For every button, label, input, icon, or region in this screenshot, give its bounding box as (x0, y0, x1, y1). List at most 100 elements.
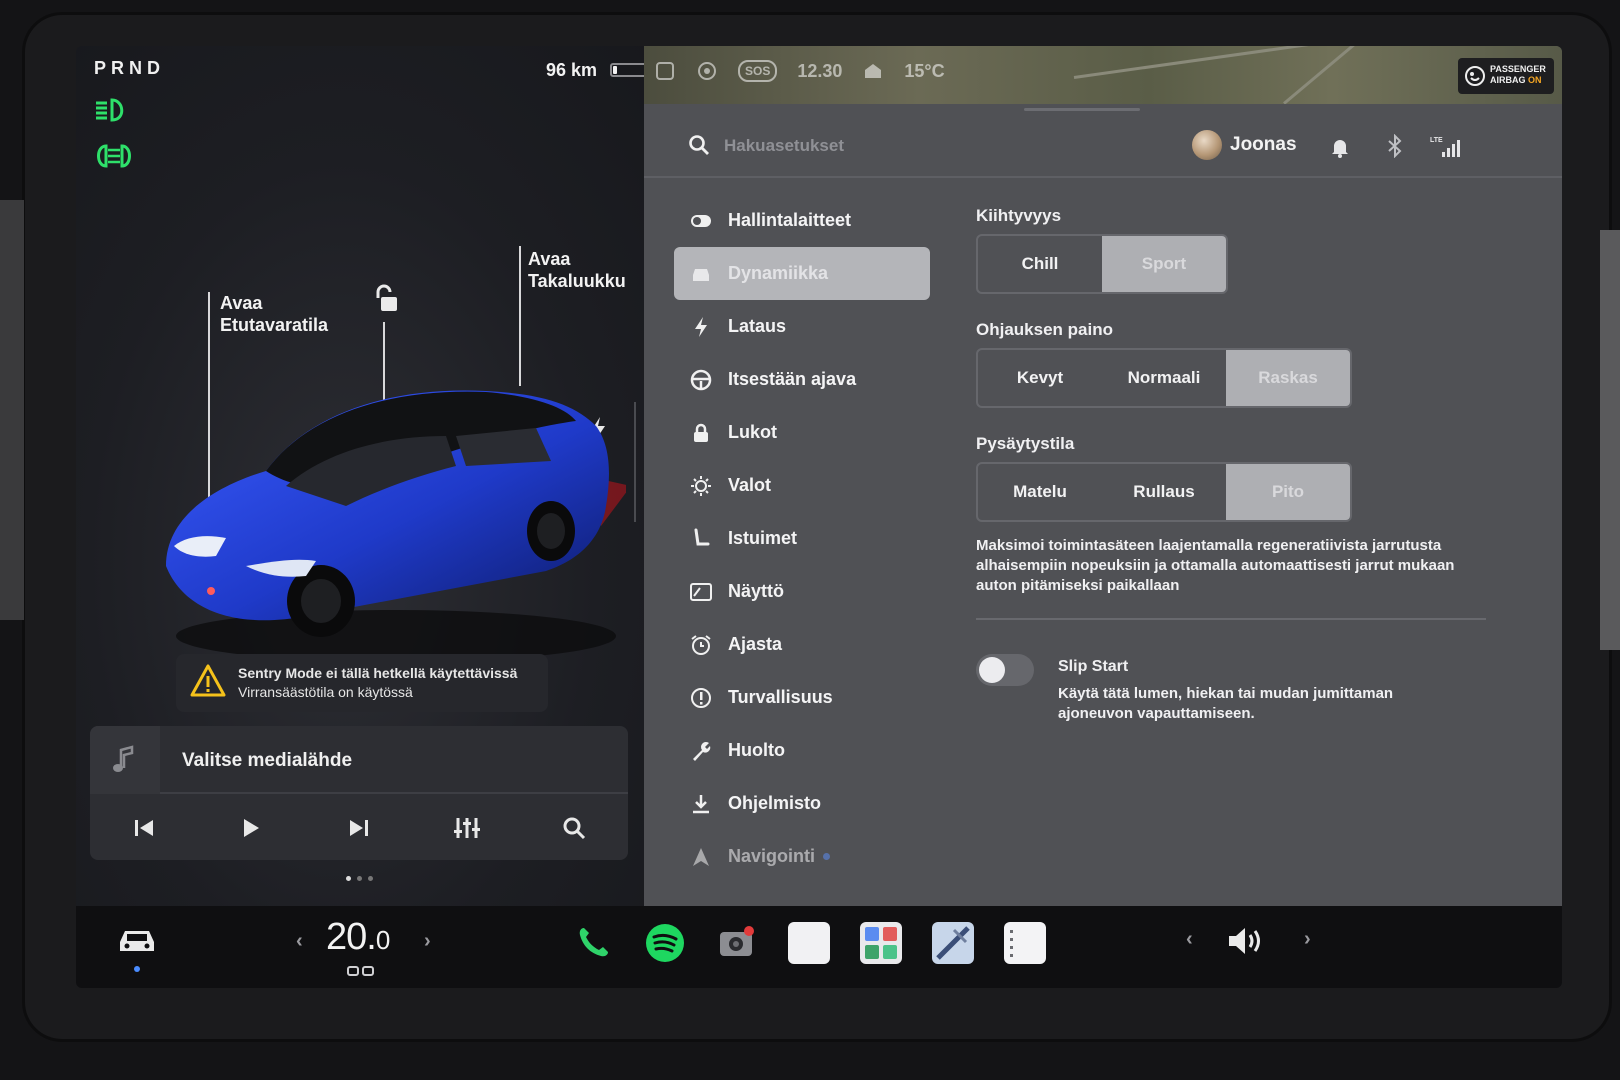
media-source-selector[interactable]: Valitse medialähde (90, 726, 628, 794)
acceleration-option-chill[interactable]: Chill (978, 236, 1102, 292)
menu-item-navigation[interactable]: Navigointi (674, 830, 930, 883)
browser-icon[interactable] (932, 922, 974, 964)
airbag-state: ON (1528, 75, 1542, 85)
menu-item-locks[interactable]: Lukot (674, 406, 930, 459)
steering-option-normal[interactable]: Normaali (1102, 350, 1226, 406)
update-dot (823, 853, 831, 860)
menu-item-autopilot[interactable]: Itsestään ajava (674, 353, 930, 406)
stopping-mode-title: Pysäytystila (976, 434, 1075, 453)
fog-light-icon[interactable] (94, 142, 134, 170)
steering-option-light[interactable]: Kevyt (978, 350, 1102, 406)
menu-item-controls[interactable]: Hallintalaitteet (674, 194, 930, 247)
outside-temperature: 15°C (904, 60, 945, 81)
seat-heater-icon[interactable] (346, 964, 376, 978)
menu-item-software[interactable]: Ohjelmisto (674, 777, 930, 830)
settings-menu: Hallintalaitteet Dynamiikka Lataus Itses… (674, 194, 930, 883)
touchscreen: PRND 96 km Avaa Etutavaratila Avaa Takal… (76, 46, 1562, 988)
media-search-button[interactable] (557, 811, 591, 845)
user-name: Joonas (1230, 134, 1297, 155)
gear-selector: PRND (94, 58, 166, 78)
spotify-icon[interactable] (644, 922, 686, 964)
media-page-indicator (346, 868, 379, 886)
previous-track-button[interactable] (127, 811, 161, 845)
app-launcher-icon[interactable] (860, 922, 902, 964)
previous-icon (134, 820, 153, 836)
car-front-icon (693, 268, 709, 281)
steering-option-heavy[interactable]: Raskas (1226, 350, 1350, 406)
menu-item-charging[interactable]: Lataus (674, 300, 930, 353)
map-preview[interactable]: SOS 12.30 15°C PASSENGER AIRBAG ON (644, 46, 1562, 104)
menu-item-service[interactable]: Huolto (674, 724, 930, 777)
volume-up-chevron[interactable]: › (1304, 928, 1311, 951)
play-icon (244, 819, 260, 837)
temp-increase-chevron[interactable]: › (424, 930, 431, 953)
menu-item-display[interactable]: Näyttö (674, 565, 930, 618)
battery-fill (613, 66, 617, 74)
driver-profile[interactable]: Joonas (1192, 130, 1297, 160)
menu-label: Turvallisuus (728, 687, 833, 707)
media-source-label: Valitse medialähde (182, 750, 353, 771)
airbag-icon (1465, 66, 1485, 86)
menu-label: Itsestään ajava (728, 369, 857, 389)
slip-start-description: Käytä tätä lumen, hiekan tai mudan jumit… (1058, 685, 1394, 722)
settings-header: Joonas LTE (644, 114, 1562, 178)
slip-start-toggle[interactable] (976, 654, 1034, 686)
search-icon (563, 817, 586, 840)
toggle-icon (691, 214, 711, 227)
music-note-icon (113, 745, 134, 772)
charge-callout-line (634, 402, 636, 522)
menu-item-seats[interactable]: Istuimet (674, 512, 930, 565)
search-icon (689, 135, 709, 155)
acceleration-title: Kiihtyvyys (976, 206, 1062, 225)
headlight-icon[interactable] (94, 96, 130, 124)
volume-icon[interactable] (1226, 924, 1266, 958)
clock: 12.30 (797, 60, 843, 81)
menu-item-lights[interactable]: Valot (674, 459, 930, 512)
cabin-temp-icon (865, 64, 882, 78)
unlock-icon[interactable] (372, 284, 402, 314)
wrench-icon (693, 741, 711, 761)
active-page-dot (134, 966, 140, 972)
play-button[interactable] (234, 811, 268, 845)
menu-item-dynamics[interactable]: Dynamiikka (674, 247, 930, 300)
menu-label: Lataus (728, 316, 787, 336)
menu-item-schedule[interactable]: Ajasta (674, 618, 930, 671)
equalizer-icon (453, 818, 480, 838)
cabin-temperature[interactable]: 20.0 (326, 916, 390, 959)
seat-icon (694, 528, 710, 545)
menu-label: Ohjelmisto (728, 793, 822, 813)
stopping-option-roll[interactable]: Rullaus (1102, 464, 1226, 520)
camera-icon[interactable] (716, 922, 758, 964)
settings-search-input[interactable] (724, 130, 1024, 162)
airbag-label: PASSENGER (1490, 64, 1546, 74)
car-status-panel: PRND 96 km Avaa Etutavaratila Avaa Takal… (76, 46, 668, 906)
warning-icon (190, 664, 226, 697)
slip-start-title: Slip Start (1058, 658, 1129, 675)
open-frunk-button[interactable]: Avaa Etutavaratila (220, 292, 328, 336)
bluetooth-icon[interactable] (1386, 134, 1404, 158)
menu-label: Valot (728, 475, 772, 495)
stopping-option-hold[interactable]: Pito (1226, 464, 1350, 520)
bottom-dock: ‹ 20.0 › ‹ › (76, 906, 1562, 988)
cellular-signal-icon: LTE (1430, 137, 1460, 157)
lock-icon (694, 423, 708, 442)
blank-app-icon[interactable] (788, 922, 830, 964)
menu-item-safety[interactable]: Turvallisuus (674, 671, 930, 724)
phone-icon[interactable] (572, 922, 614, 964)
notes-icon[interactable] (1004, 922, 1046, 964)
acceleration-option-sport[interactable]: Sport (1102, 236, 1226, 292)
next-track-button[interactable] (342, 811, 376, 845)
panel-drag-handle[interactable] (1024, 108, 1140, 111)
equalizer-button[interactable] (450, 811, 484, 845)
car-icon[interactable] (116, 924, 158, 956)
temp-decrease-chevron[interactable]: ‹ (296, 930, 303, 953)
volume-down-chevron[interactable]: ‹ (1186, 928, 1193, 951)
stopping-option-creep[interactable]: Matelu (978, 464, 1102, 520)
bolt-icon (695, 316, 707, 337)
cabin-background-right (1600, 230, 1620, 650)
steering-title: Ohjauksen paino (976, 320, 1113, 339)
bell-icon[interactable] (1330, 136, 1350, 158)
section-divider (976, 618, 1486, 620)
info-circle-icon (691, 687, 711, 708)
open-trunk-button[interactable]: Avaa Takaluukku (528, 248, 626, 292)
